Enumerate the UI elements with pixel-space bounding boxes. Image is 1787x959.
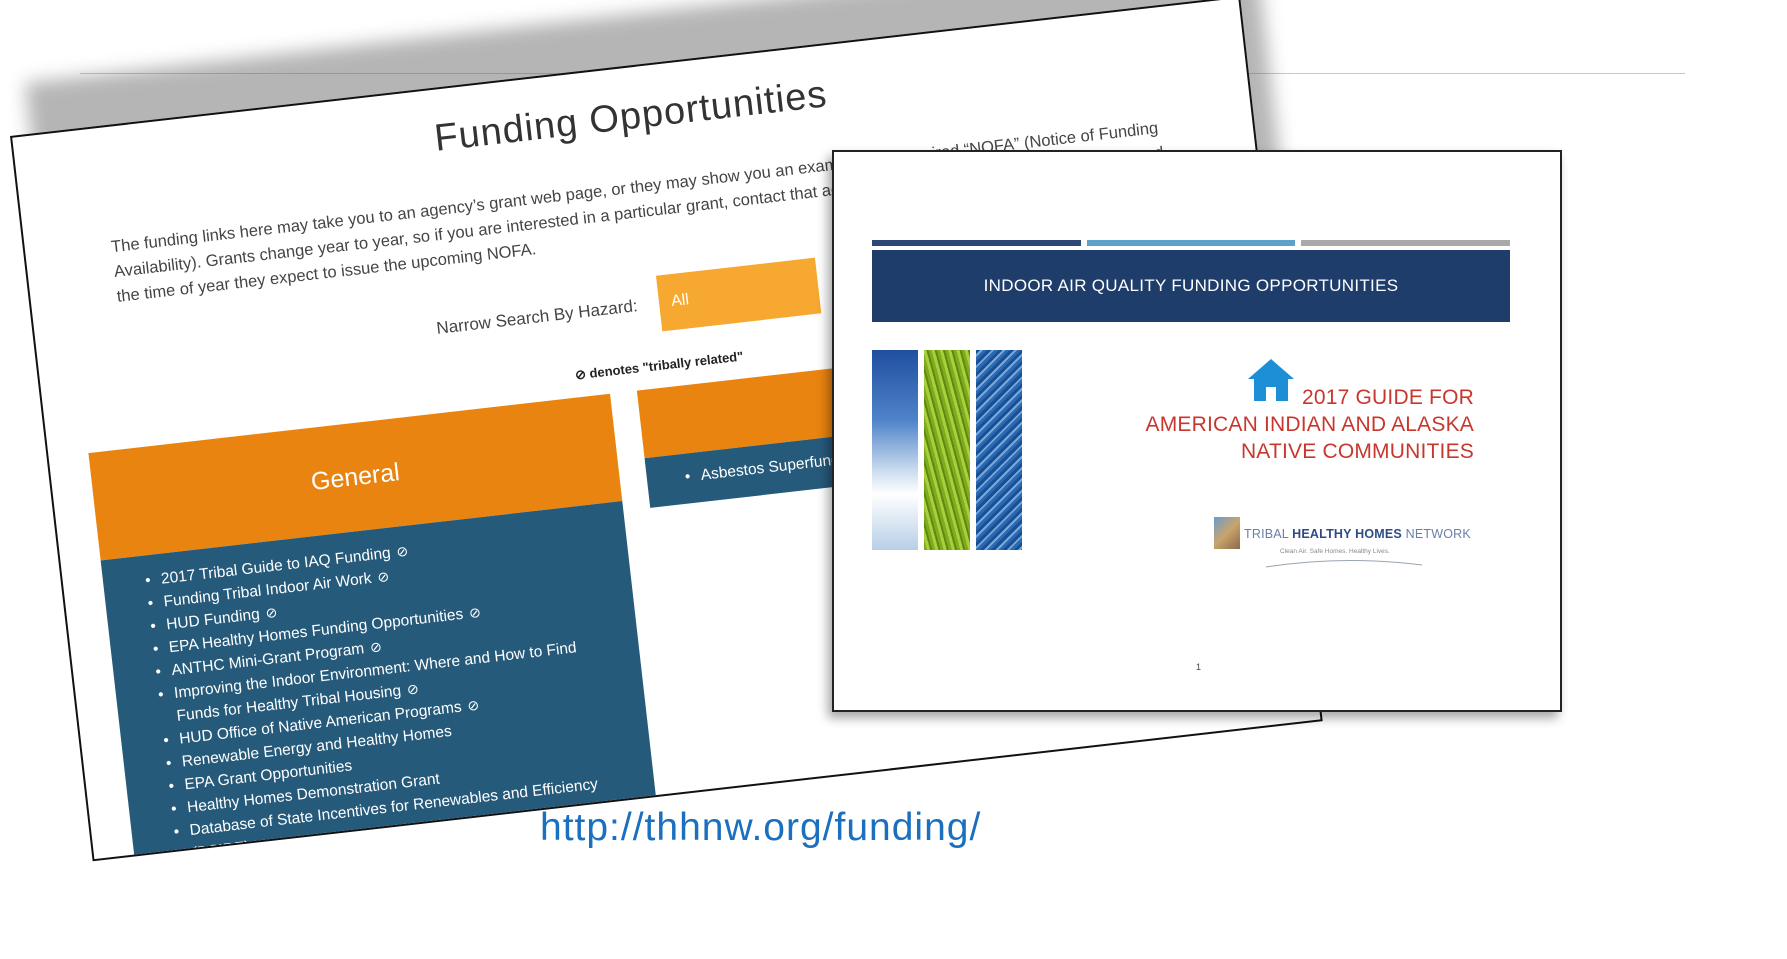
feather-image [976,350,1022,550]
hazard-select[interactable]: All [656,257,822,332]
thhn-logo: TRIBAL HEALTHY HOMES NETWORK Clean Air. … [1214,517,1486,572]
guide-title-line2: AMERICAN INDIAN AND ALASKA [1145,413,1474,436]
hazard-filter: Narrow Search By Hazard: All [433,257,822,357]
tribal-check-icon: ⊘ [466,696,481,714]
slide-accent-bars [872,240,1511,246]
accent-bar-gray [1301,240,1511,246]
thhn-swoosh [1265,559,1423,568]
grass-image [924,350,970,550]
thhn-logo-name: TRIBAL HEALTHY HOMES NETWORK [1244,527,1471,541]
thhn-name-suffix: NETWORK [1401,527,1471,541]
accent-bar-dark [872,240,1081,246]
guide-title-line3: NATIVE COMMUNITIES [1240,440,1474,463]
guide-title-line1: 2017 GUIDE FOR [1301,386,1474,409]
tribal-check-icon: ⊘ [369,638,383,656]
tribal-check-icon: ⊘ [395,542,410,560]
tribal-check-icon: ⊘ [264,603,279,622]
thhn-name-strong: HEALTHY HOMES [1292,527,1402,541]
thhn-logo-icon [1214,517,1240,549]
hazard-filter-label: Narrow Search By Hazard: [435,296,639,338]
slide-page-number: 1 [1196,662,1202,672]
tribal-check-icon: ⊘ [468,603,482,622]
tribal-check-icon: ⊘ [406,680,420,698]
tribal-check-icon: ⊘ [376,567,390,586]
funding-url-link[interactable]: http://thhnw.org/funding/ [540,806,981,850]
link-text[interactable]: Asbestos Superfund [700,451,841,484]
sky-image [872,350,918,550]
guide-title: 2017 GUIDE FOR AMERICAN INDIAN AND ALASK… [1146,384,1474,465]
thhn-name-prefix: TRIBAL [1244,527,1293,541]
general-card: General 2017 Tribal Guide to IAQ Funding… [88,393,663,862]
thhn-tagline: Clean Air. Safe Homes. Healthy Lives. [1280,548,1390,555]
slide-thumbnail: INDOOR AIR QUALITY FUNDING OPPORTUNITIES… [832,150,1562,712]
slide-banner: INDOOR AIR QUALITY FUNDING OPPORTUNITIES [872,250,1510,322]
accent-bar-light [1086,240,1296,246]
